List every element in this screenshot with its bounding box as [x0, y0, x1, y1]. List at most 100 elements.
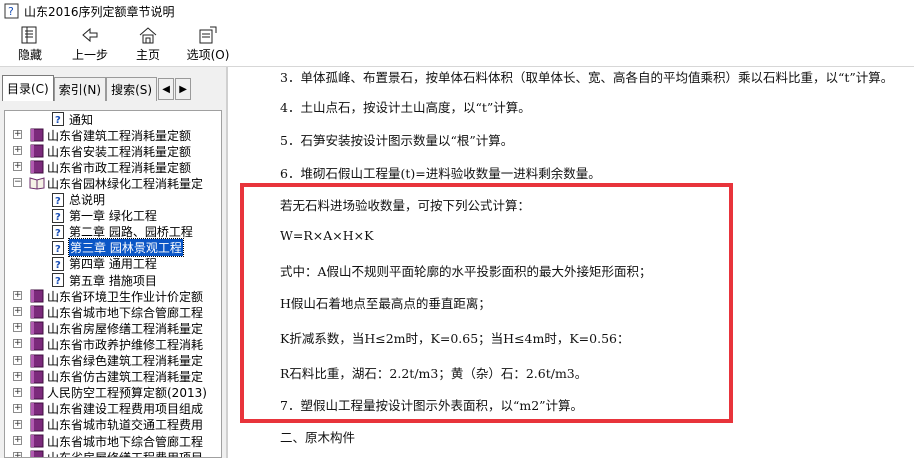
tree-label: 山东省市政养护维修工程消耗 [47, 337, 204, 352]
content-line: 若无石料进场验收数量，可按下列公式计算： [280, 198, 531, 213]
expand-plus-icon[interactable]: + [13, 419, 22, 429]
toolbar: 隐藏 上一步 主页 选项(O) [0, 22, 914, 66]
content-line: 5．石笋安装按设计图示数量以“根”计算。 [280, 133, 514, 148]
collapse-minus-icon[interactable]: − [13, 178, 22, 188]
tab-contents[interactable]: 目录(C) [2, 75, 54, 101]
expand-plus-icon[interactable]: + [13, 291, 22, 301]
tree-topic-item[interactable]: ? 第一章 绿化工程 [51, 208, 157, 224]
tree-book-item[interactable]: + 山东省房屋修缮工程消耗量定 [13, 320, 204, 336]
expand-plus-icon[interactable]: + [13, 162, 22, 172]
expand-plus-icon[interactable]: + [13, 323, 22, 333]
tree-book-item[interactable]: + 山东省城市轨道交通工程费用 [13, 417, 204, 433]
tree-topic-item[interactable]: ? 第二章 园路、园桥工程 [51, 224, 193, 240]
tree-book-item[interactable]: + 山东省建筑工程消耗量定额 [13, 127, 192, 143]
options-button[interactable]: 选项(O) [186, 22, 230, 66]
expand-plus-icon[interactable]: + [13, 436, 22, 445]
back-button[interactable]: 上一步 [68, 22, 112, 66]
tree-label: 第二章 园路、园桥工程 [69, 225, 193, 240]
help-topic-icon: ? [51, 256, 67, 271]
tree-label: 山东省城市轨道交通工程费用 [47, 418, 204, 433]
home-button[interactable]: 主页 [132, 22, 164, 66]
tree-book-item[interactable]: + 人民防空工程预算定额(2013) [13, 385, 207, 401]
tab-search[interactable]: 搜索(S) [106, 77, 158, 101]
tab-scroll-left-icon[interactable]: ◀ [158, 78, 175, 100]
tree-topic-item[interactable]: ? 第三章 园林景观工程 [51, 238, 184, 258]
section-heading: 二、原木构件 [280, 430, 356, 445]
tree-label-selected: 第三章 园林景观工程 [68, 238, 184, 258]
closed-book-icon [29, 370, 45, 384]
tree-label: 总说明 [69, 193, 106, 207]
expand-plus-icon[interactable]: + [13, 387, 22, 397]
tree-book-item[interactable]: + 山东省城市地下综合管廊工程 [13, 433, 204, 449]
tree-book-item[interactable]: + 山东省市政养护维修工程消耗 [13, 336, 204, 352]
tree-book-item[interactable]: + 山东省绿色建筑工程消耗量定 [13, 353, 204, 369]
tree-label: 山东省绿色建筑工程消耗量定 [47, 354, 204, 368]
tab-index[interactable]: 索引(N) [53, 77, 107, 101]
svg-text:?: ? [55, 196, 61, 207]
navigation-pane: 目录(C) 索引(N) 搜索(S) ◀ ▶ ? 通知 + 山东省建筑工程消耗量定额 + 山… [0, 67, 226, 458]
tree-label: 第五章 措施项目 [69, 273, 157, 288]
expand-plus-icon[interactable]: + [13, 403, 22, 413]
tree-topic-item[interactable]: ? 第五章 措施项目 [51, 272, 157, 288]
help-topic-icon: ? [51, 273, 67, 287]
tab-scroll-right-icon[interactable]: ▶ [175, 78, 192, 100]
expand-plus-icon[interactable]: + [13, 130, 22, 140]
hide-panel-icon [18, 25, 42, 45]
closed-book-icon [29, 160, 45, 174]
nav-tabs: 目录(C) 索引(N) 搜索(S) ◀ ▶ [2, 75, 192, 101]
tree-label: 通知 [69, 112, 94, 127]
closed-book-icon [29, 289, 45, 303]
closed-book-icon [29, 305, 45, 319]
tree-label: 山东省园林绿化工程消耗量定 [47, 176, 204, 191]
tree-book-item[interactable]: + 山东省建设工程费用项目组成 [13, 401, 204, 417]
tree-book-item[interactable]: + 山东省环境卫生作业计价定额 [13, 288, 204, 304]
tree-topic-item[interactable]: ? 总说明 [51, 192, 105, 208]
options-icon [196, 25, 220, 45]
help-app-icon: ? [4, 3, 19, 19]
expand-plus-icon[interactable]: + [13, 371, 22, 381]
contents-tree: ? 通知 + 山东省建筑工程消耗量定额 + 山东省安装工程消耗量定额 + 山东省市政工程消耗量… [4, 110, 222, 458]
formula-line: W=R×A×H×K [280, 228, 374, 243]
closed-book-icon [29, 128, 45, 142]
help-topic-icon: ? [51, 224, 67, 239]
tree-book-item[interactable]: − 山东省园林绿化工程消耗量定 [13, 175, 204, 191]
expand-plus-icon[interactable]: + [13, 452, 22, 457]
content-line: 式中：A假山不规则平面轮廓的水平投影面积的最大外接矩形面积； [280, 264, 652, 279]
content-line: K折减系数，当H≤2m时，K=0.65；当H≤4m时，K=0.56： [280, 331, 630, 346]
tree-topic-item[interactable]: ? 第四章 通用工程 [51, 256, 157, 272]
closed-book-icon [29, 386, 45, 400]
tree-label: 山东省城市地下综合管廊工程 [47, 434, 204, 449]
tree-book-item[interactable]: + 山东省市政工程消耗量定额 [13, 159, 192, 175]
tree-book-item[interactable]: + 山东省城市地下综合管廊工程 [13, 304, 203, 320]
expand-plus-icon[interactable]: + [13, 355, 22, 365]
closed-book-icon [29, 402, 45, 416]
expand-plus-icon[interactable]: + [13, 307, 22, 317]
tree-book-item[interactable]: + 山东省房屋修缮工程费用项目 [13, 449, 204, 458]
tree-book-item[interactable]: + 山东省安装工程消耗量定额 [13, 143, 192, 159]
tree-label: 山东省房屋修缮工程费用项目 [47, 450, 204, 458]
tree-label: 山东省安装工程消耗量定额 [47, 144, 192, 159]
tree-label: 山东省房屋修缮工程消耗量定 [47, 321, 204, 336]
tree-label: 山东省环境卫生作业计价定额 [47, 289, 204, 304]
closed-book-icon [29, 418, 45, 432]
hide-button[interactable]: 隐藏 [14, 22, 46, 66]
expand-plus-icon[interactable]: + [13, 146, 22, 156]
expand-plus-icon[interactable]: + [13, 339, 22, 349]
content-line: 4．土山点石，按设计土山高度，以“t”计算。 [280, 100, 531, 115]
content-line: 3．单体孤峰、布置景石，按单体石料体积（取单体长、宽、高各自的平均值乘积）乘以石… [280, 70, 894, 85]
tree-label: 山东省市政工程消耗量定额 [47, 160, 192, 175]
content-line: 7．塑假山工程量按设计图示外表面积，以“m2”计算。 [280, 398, 584, 413]
back-arrow-icon [78, 25, 102, 45]
tree-book-item[interactable]: + 山东省仿古建筑工程消耗量定 [13, 369, 204, 385]
help-topic-icon: ? [51, 192, 67, 207]
help-topic-icon: ? [51, 208, 67, 223]
svg-text:?: ? [55, 244, 61, 255]
tree-topic-item[interactable]: ? 通知 [51, 111, 93, 127]
closed-book-icon [29, 144, 45, 158]
tree-label: 山东省建筑工程消耗量定额 [47, 128, 192, 143]
help-topic-icon: ? [51, 240, 67, 255]
tree-label: 山东省建设工程费用项目组成 [47, 402, 204, 417]
tree-label: 山东省仿古建筑工程消耗量定 [47, 370, 204, 385]
closed-book-icon [29, 450, 45, 457]
closed-book-icon [29, 434, 45, 448]
